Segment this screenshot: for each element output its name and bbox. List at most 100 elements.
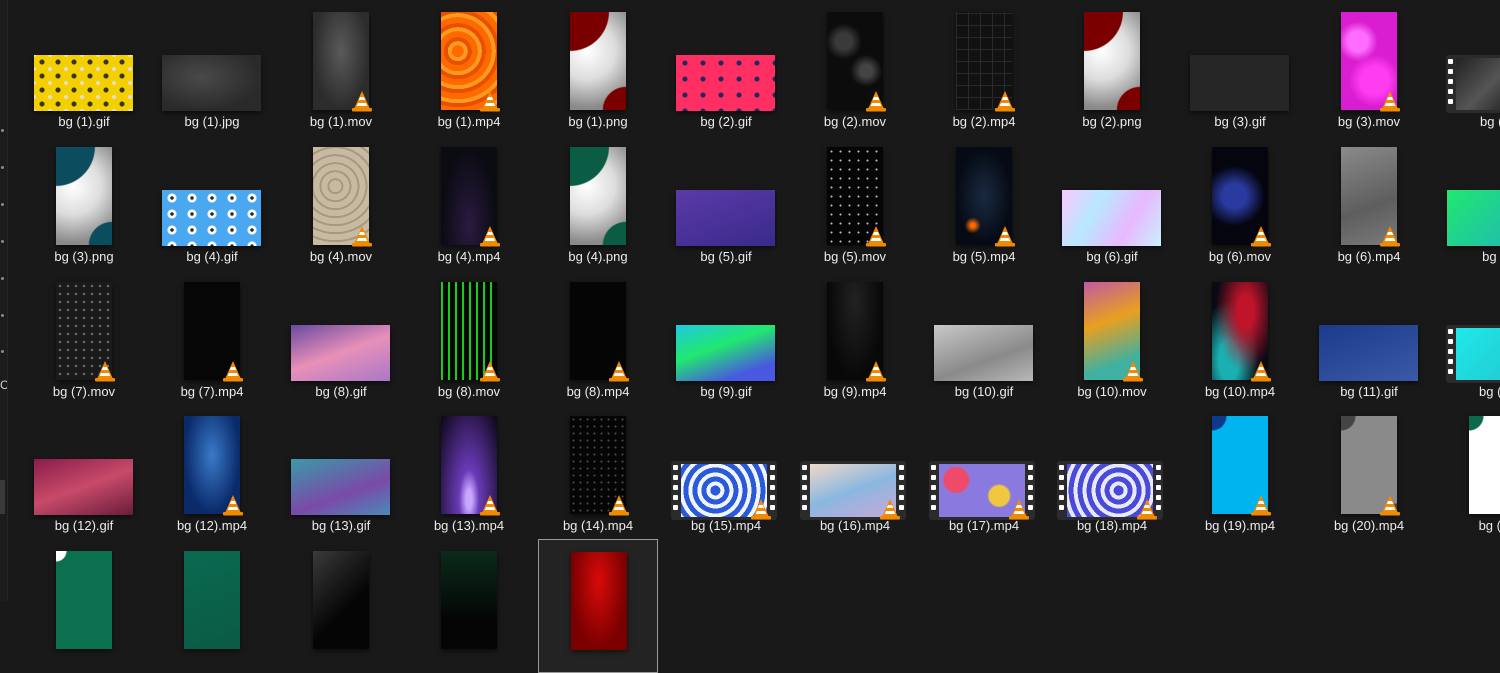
- file-name-label: bg (7).mov: [52, 384, 116, 399]
- file-item[interactable]: bg (1).jpg: [152, 0, 272, 134]
- file-item[interactable]: bg (8).gif: [281, 270, 401, 404]
- file-item[interactable]: bg (16).mp4: [795, 404, 915, 538]
- vlc-cone-icon: [352, 226, 372, 247]
- file-item[interactable]: bg (2).png: [1052, 0, 1172, 134]
- thumbnail: [56, 147, 112, 245]
- thumbnail: [934, 325, 1033, 381]
- file-name-label: bg (5).mp4: [952, 249, 1016, 264]
- file-item[interactable]: [24, 539, 144, 673]
- file-item[interactable]: bg (9).gif: [666, 270, 786, 404]
- vlc-cone-icon: [995, 91, 1015, 112]
- file-item[interactable]: bg (13).gif: [281, 404, 401, 538]
- file-item[interactable]: bg (2).gif: [666, 0, 786, 134]
- file-name-label: bg (2).mp4: [952, 114, 1016, 129]
- file-name-label: bg (6).mov: [1208, 249, 1272, 264]
- file-item[interactable]: bg (11).gif: [1309, 270, 1429, 404]
- film-strip-icon: [1446, 55, 1500, 113]
- file-item[interactable]: bg (6).mp4: [1309, 135, 1429, 269]
- vlc-cone-icon: [1009, 499, 1029, 520]
- file-item[interactable]: bg (13).mp4: [409, 404, 529, 538]
- file-item[interactable]: bg (6).gif: [1052, 135, 1172, 269]
- file-item[interactable]: [538, 539, 658, 673]
- file-item[interactable]: bg (10).gif: [924, 270, 1044, 404]
- file-item[interactable]: bg (2).mp4: [924, 0, 1044, 134]
- file-item[interactable]: bg (5).gif: [666, 135, 786, 269]
- vlc-cone-icon: [223, 361, 243, 382]
- file-item[interactable]: bg (9).mp4: [795, 270, 915, 404]
- file-item[interactable]: bg (5).mov: [795, 135, 915, 269]
- file-name-label: bg (9).gif: [700, 384, 752, 399]
- thumbnail: [1190, 55, 1289, 111]
- file-name-label: bg (4).mp4: [437, 249, 501, 264]
- file-name-label: bg (1).mov: [309, 114, 373, 129]
- file-name-label: bg (11).gif: [1340, 384, 1398, 399]
- file-name-label: bg (13).gif: [311, 518, 371, 533]
- vlc-cone-icon: [352, 91, 372, 112]
- file-item[interactable]: bg (19).mp4: [1180, 404, 1300, 538]
- file-name-label: bg (10).mov: [1077, 384, 1147, 399]
- file-item[interactable]: [409, 539, 529, 673]
- file-name-label: bg (3).png: [54, 249, 114, 264]
- vlc-cone-icon: [1380, 91, 1400, 112]
- file-item[interactable]: [281, 539, 401, 673]
- file-name-label: bg (4).png: [568, 249, 628, 264]
- file-item[interactable]: bg (1).mov: [281, 0, 401, 134]
- file-item[interactable]: bg (12).gif: [24, 404, 144, 538]
- file-item[interactable]: [152, 539, 272, 673]
- file-item[interactable]: bg (4).mp4: [409, 135, 529, 269]
- file-item[interactable]: bg (21: [1437, 404, 1500, 538]
- file-item[interactable]: bg (17).mp4: [924, 404, 1044, 538]
- file-item[interactable]: bg (1).mp4: [409, 0, 529, 134]
- file-name-label: bg (5).mov: [823, 249, 887, 264]
- vlc-cone-icon: [866, 91, 886, 112]
- thumbnail: [1084, 12, 1140, 110]
- file-item[interactable]: bg (1).png: [538, 0, 658, 134]
- file-item[interactable]: bg (4).gif: [152, 135, 272, 269]
- file-name-label: bg (4).mov: [309, 249, 373, 264]
- vlc-cone-icon: [1123, 361, 1143, 382]
- file-item[interactable]: bg (8).mp4: [538, 270, 658, 404]
- file-item[interactable]: bg (14).mp4: [538, 404, 658, 538]
- file-item[interactable]: bg (7: [1437, 135, 1500, 269]
- vlc-cone-icon: [751, 499, 771, 520]
- file-item[interactable]: bg (4).png: [538, 135, 658, 269]
- thumbnail: [162, 190, 261, 246]
- file-name-label: bg (1).gif: [58, 114, 110, 129]
- file-name-label: bg (10).gif: [954, 384, 1014, 399]
- file-item[interactable]: bg (7).mp4: [152, 270, 272, 404]
- file-item[interactable]: bg (3).gif: [1180, 0, 1300, 134]
- file-item[interactable]: bg (2).mov: [795, 0, 915, 134]
- file-item[interactable]: bg (10).mov: [1052, 270, 1172, 404]
- vlc-cone-icon: [866, 361, 886, 382]
- file-item[interactable]: bg (4).mov: [281, 135, 401, 269]
- file-item[interactable]: bg (3).mov: [1309, 0, 1429, 134]
- vlc-cone-icon: [1251, 495, 1271, 516]
- vlc-cone-icon: [1251, 361, 1271, 382]
- thumbnail: [1447, 190, 1500, 246]
- vlc-cone-icon: [866, 226, 886, 247]
- file-item[interactable]: bg (7).mov: [24, 270, 144, 404]
- file-name-label: bg (11: [1479, 384, 1500, 399]
- vlc-cone-icon: [223, 495, 243, 516]
- file-name-label: bg (17).mp4: [948, 518, 1020, 533]
- file-item[interactable]: bg (10).mp4: [1180, 270, 1300, 404]
- file-item[interactable]: bg (18).mp4: [1052, 404, 1172, 538]
- file-grid: bg (1).gif bg (1).jpg bg (1).mov bg (1).mp4…: [0, 0, 1500, 673]
- file-name-label: bg (18).mp4: [1076, 518, 1148, 533]
- file-item[interactable]: bg (20).mp4: [1309, 404, 1429, 538]
- file-name-label: bg (1).jpg: [184, 114, 240, 129]
- file-name-label: bg (9).mp4: [823, 384, 887, 399]
- file-item[interactable]: bg (12).mp4: [152, 404, 272, 538]
- file-item[interactable]: bg (3).png: [24, 135, 144, 269]
- file-item[interactable]: bg (15).mp4: [666, 404, 786, 538]
- vlc-cone-icon: [1137, 499, 1157, 520]
- vlc-cone-icon: [609, 495, 629, 516]
- file-item[interactable]: bg (3): [1437, 0, 1500, 134]
- file-item[interactable]: bg (8).mov: [409, 270, 529, 404]
- file-item[interactable]: bg (5).mp4: [924, 135, 1044, 269]
- file-name-label: bg (6).gif: [1086, 249, 1138, 264]
- file-item[interactable]: bg (1).gif: [24, 0, 144, 134]
- file-item[interactable]: bg (6).mov: [1180, 135, 1300, 269]
- file-name-label: bg (2).mov: [823, 114, 887, 129]
- file-item[interactable]: bg (11: [1437, 270, 1500, 404]
